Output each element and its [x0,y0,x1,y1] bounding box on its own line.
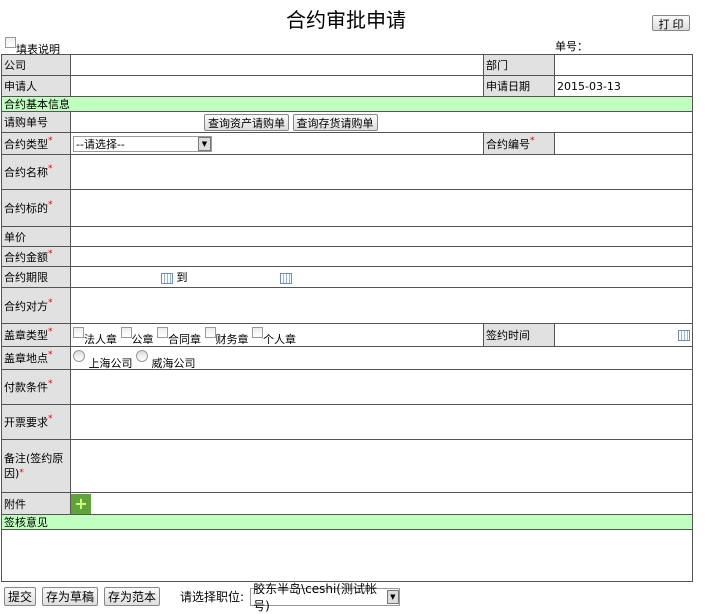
submit-button[interactable]: 提交 [4,587,37,606]
contract-name-label: 合约名称* [1,154,71,190]
purchase-no-label: 请购单号 [1,111,71,133]
contract-type-label: 合约类型* [1,132,71,155]
form-table: 公司 部门 申请人 申请日期 2015-03-13 合约基本信息 请购单号 查询资产请购… [1,54,693,582]
applicant-field[interactable] [70,75,484,97]
period-to-label: 到 [176,271,188,284]
position-select[interactable]: 胶东半岛\ceshi(测试帐号) ▼ [250,582,401,613]
period-cell: 到 [70,266,693,288]
seal-type-label: 盖章类型* [1,323,71,347]
company-label: 公司 [1,54,71,76]
attachment-cell: + [70,492,693,515]
contract-no-field[interactable] [554,132,693,155]
seal-place-options: 上海公司 威海公司 [70,346,693,370]
company-field[interactable] [70,54,484,76]
save-draft-button[interactable]: 存为草稿 [42,587,99,606]
amount-field[interactable] [70,246,693,267]
amount-label: 合约金额* [1,246,71,267]
calendar-icon[interactable] [678,330,690,341]
serial-label: 单号： [555,40,588,53]
remark-field[interactable] [70,439,693,493]
invoice-label: 开票要求* [1,404,71,440]
applicant-label: 申请人 [1,75,71,97]
contract-type-cell: --请选择-- ▼ [70,132,484,155]
remark-label: 备注(签约原 因)* [1,439,71,493]
sign-time-field[interactable] [554,323,693,347]
section-basic-info: 合约基本信息 [1,96,693,112]
unit-price-field[interactable] [70,226,693,247]
save-template-button[interactable]: 存为范本 [104,587,161,606]
contract-subject-field[interactable] [70,189,693,227]
footer-actions: 提交 存为草稿 存为范本 请选择职位: 胶东半岛\ceshi(测试帐号) ▼ [4,582,401,613]
period-label: 合约期限 [1,266,71,288]
invoice-field[interactable] [70,404,693,440]
calendar-icon[interactable] [161,272,173,284]
contract-type-select[interactable]: --请选择-- ▼ [73,135,212,152]
purchase-no-field: 查询资产请购单 查询存货请购单 [70,111,693,133]
counterparty-field[interactable] [70,287,693,324]
instructions-toggle[interactable]: 填表说明 [5,37,60,56]
contract-name-field[interactable] [70,154,693,190]
chevron-down-icon[interactable]: ▼ [198,136,211,151]
calendar-icon[interactable] [279,272,292,284]
department-label: 部门 [483,54,555,76]
payment-field[interactable] [70,369,693,405]
payment-label: 付款条件* [1,369,71,405]
seal-option[interactable]: 公章 [120,327,154,346]
seal-option[interactable]: 合同章 [157,327,201,346]
apply-date-value: 2015-03-13 [554,75,693,97]
contract-no-label: 合约编号* [483,132,555,155]
seal-type-options: 法人章 公章 合同章 财务章 个人章 [70,323,484,347]
seal-option[interactable]: 财务章 [204,327,249,346]
instructions-checkbox[interactable] [5,37,16,48]
apply-date-label: 申请日期 [483,75,555,97]
sign-time-label: 签约时间 [483,323,555,347]
chevron-down-icon[interactable]: ▼ [386,589,400,604]
print-button[interactable]: 打 印 [652,15,690,31]
contract-subject-label: 合约标的* [1,189,71,227]
seal-option[interactable]: 法人章 [73,327,117,346]
query-stock-button[interactable]: 查询存货请购单 [292,113,378,131]
place-option[interactable]: 上海公司 [73,350,133,369]
seal-place-label: 盖章地点* [1,346,71,370]
department-field[interactable] [554,54,693,76]
seal-option[interactable]: 个人章 [252,327,296,346]
section-review: 签核意见 [1,514,693,530]
query-asset-button[interactable]: 查询资产请购单 [204,113,289,131]
position-label: 请选择职位: [180,590,245,604]
review-area [1,529,693,582]
page-title: 合约审批申请 [286,8,406,32]
attachment-label: 附件 [1,492,71,515]
place-option[interactable]: 威海公司 [136,350,196,369]
unit-price-label: 单价 [1,226,71,247]
counterparty-label: 合约对方* [1,287,71,324]
add-attachment-icon[interactable]: + [71,493,91,514]
